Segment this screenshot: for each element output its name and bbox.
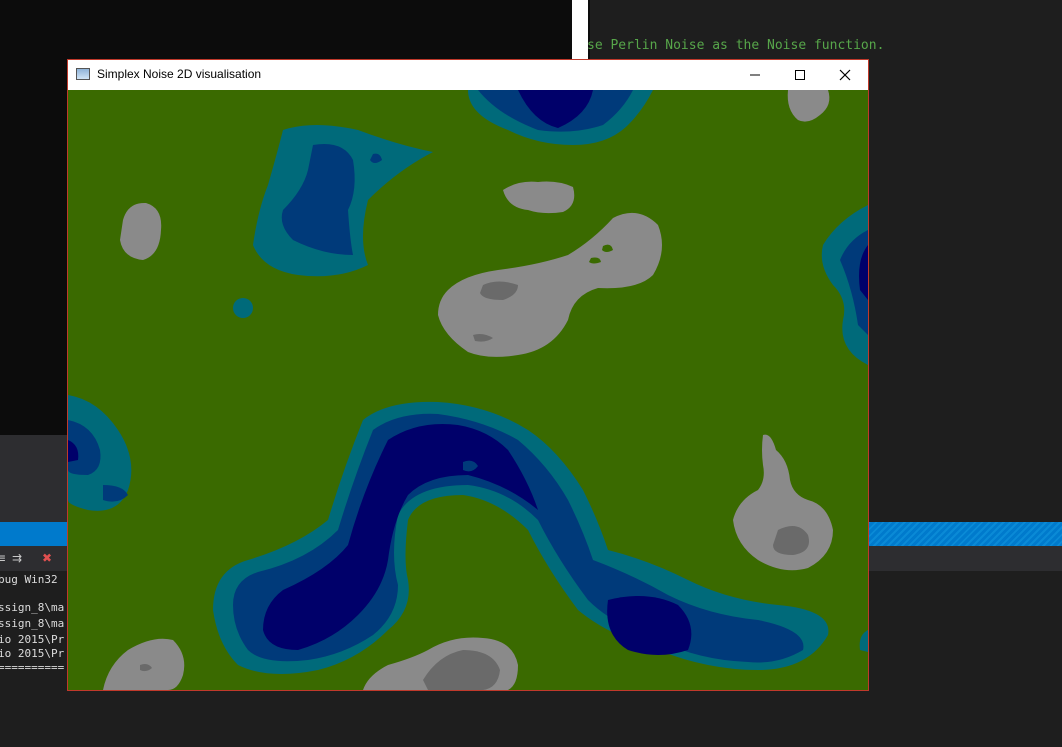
output-line: io 2015\Pr <box>0 647 65 660</box>
minimize-icon <box>750 74 760 76</box>
output-line: bug Win32 <box>0 573 58 586</box>
output-toolbar: ≡ ⇉ ✖ <box>0 546 70 571</box>
noise-window[interactable]: Simplex Noise 2D visualisation <box>67 59 869 691</box>
close-button[interactable] <box>822 60 868 90</box>
background-panel <box>0 435 70 525</box>
output-line: ssign_8\ma <box>0 617 65 630</box>
output-line: io 2015\Pr <box>0 633 65 646</box>
editor-scrollbar-thumb[interactable] <box>572 0 588 60</box>
maximize-icon <box>795 70 805 80</box>
maximize-button[interactable] <box>777 60 823 90</box>
output-line: ssign_8\ma <box>0 601 65 614</box>
word-wrap-icon[interactable]: ⇉ <box>12 551 26 565</box>
code-comment-line: se Perlin Noise as the Noise function. <box>587 38 885 53</box>
noise-canvas[interactable] <box>68 90 868 690</box>
window-titlebar[interactable]: Simplex Noise 2D visualisation <box>68 60 868 90</box>
align-icon[interactable]: ≡ <box>0 551 10 565</box>
output-panel: bug Win32 ssign_8\ma ssign_8\ma io 2015\… <box>0 571 70 747</box>
close-icon <box>839 69 851 81</box>
output-line: ========== <box>0 661 65 674</box>
noise-map <box>68 90 868 690</box>
clear-all-icon[interactable]: ✖ <box>42 551 56 565</box>
output-toolbar-extension <box>868 546 1062 571</box>
minimize-button[interactable] <box>732 60 778 90</box>
window-title: Simplex Noise 2D visualisation <box>97 67 262 81</box>
app-icon <box>76 68 90 80</box>
